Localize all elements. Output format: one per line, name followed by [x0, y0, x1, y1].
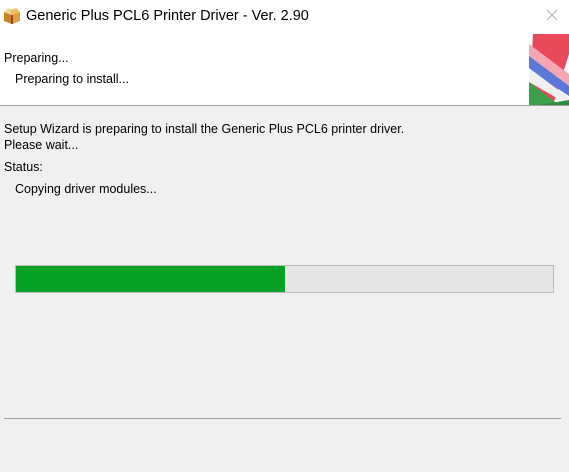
wait-message: Please wait...	[4, 138, 79, 152]
package-box-icon	[2, 6, 22, 26]
wizard-banner-graphic	[529, 34, 569, 105]
status-label: Status:	[4, 160, 43, 174]
title-bar: Generic Plus PCL6 Printer Driver - Ver. …	[0, 0, 569, 34]
footer-divider	[4, 418, 561, 419]
progress-bar	[15, 265, 554, 293]
wizard-header: Preparing... Preparing to install...	[0, 34, 569, 105]
header-subtitle: Preparing to install...	[15, 72, 129, 86]
close-icon	[546, 9, 558, 24]
install-message: Setup Wizard is preparing to install the…	[4, 122, 405, 136]
progress-bar-fill	[16, 266, 285, 292]
close-button[interactable]	[535, 0, 569, 32]
status-text: Copying driver modules...	[15, 182, 157, 196]
installer-window: Generic Plus PCL6 Printer Driver - Ver. …	[0, 0, 569, 472]
window-title: Generic Plus PCL6 Printer Driver - Ver. …	[26, 8, 309, 24]
header-divider	[0, 105, 569, 106]
header-title: Preparing...	[4, 51, 69, 65]
